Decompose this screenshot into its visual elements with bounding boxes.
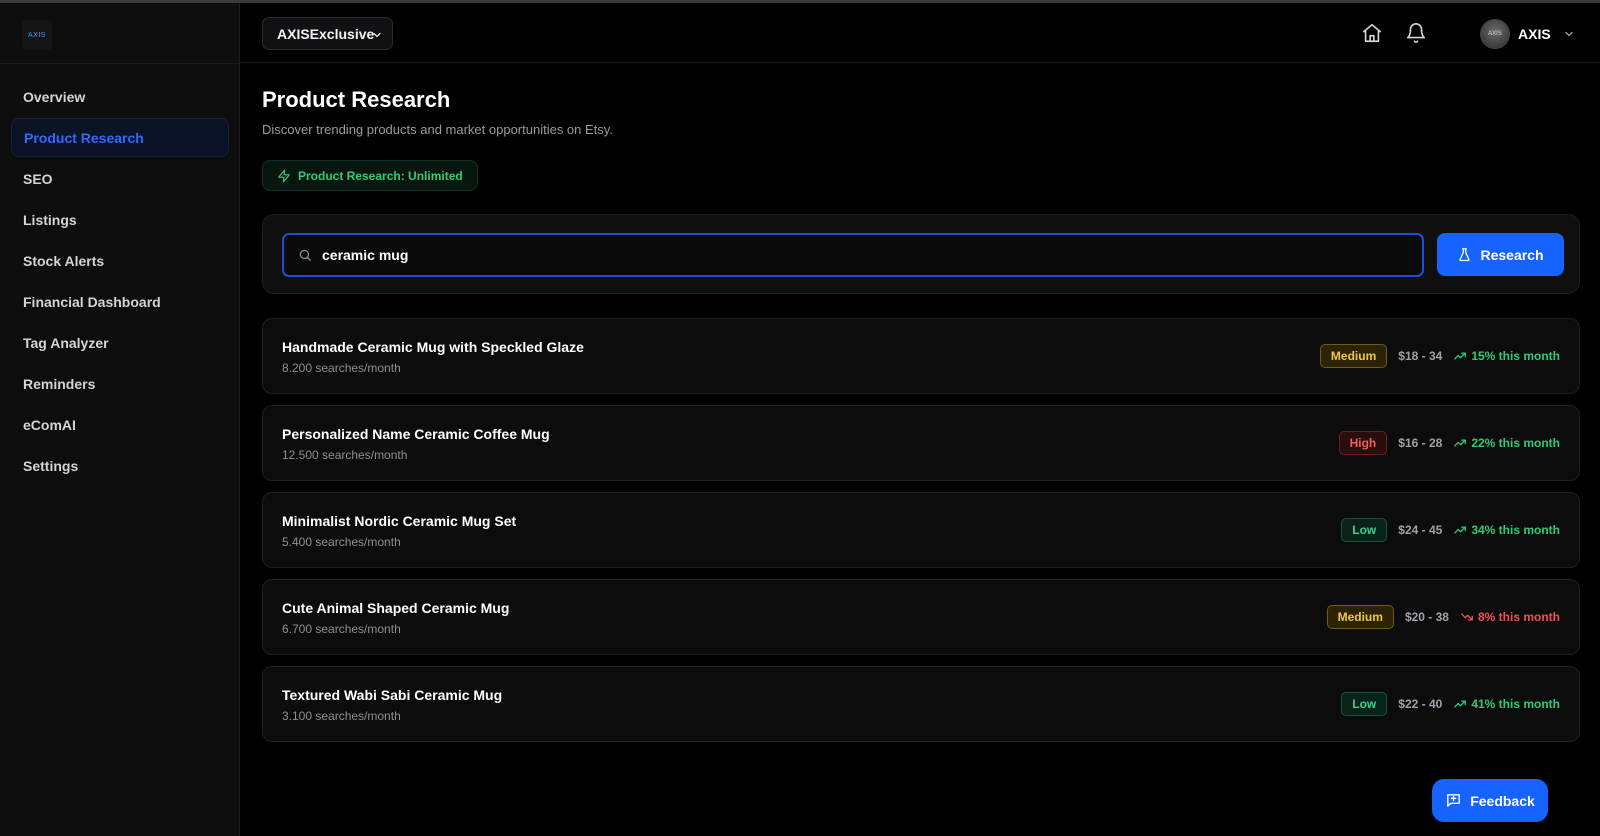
- avatar-text: AXIS: [1488, 31, 1502, 37]
- trend-label: 34% this month: [1471, 523, 1560, 537]
- sidebar-divider: [0, 63, 240, 64]
- results-list: Handmade Ceramic Mug with Speckled Glaze…: [262, 318, 1580, 753]
- result-row[interactable]: Textured Wabi Sabi Ceramic Mug 3.100 sear…: [262, 666, 1580, 742]
- sidebar-item-product-research[interactable]: Product Research: [11, 118, 229, 157]
- user-menu[interactable]: AXIS AXIS: [1480, 17, 1590, 51]
- trend-indicator: 22% this month: [1453, 436, 1560, 450]
- sidebar-item-label: eComAI: [23, 416, 76, 433]
- result-searches: 3.100 searches/month: [282, 709, 401, 723]
- sidebar-item-financial-dashboard[interactable]: Financial Dashboard: [11, 282, 229, 321]
- result-meta: High $16 - 28 22% this month: [1338, 431, 1560, 455]
- sidebar-item-tag-analyzer[interactable]: Tag Analyzer: [11, 323, 229, 362]
- sidebar-item-label: SEO: [23, 170, 53, 187]
- search-box[interactable]: [282, 233, 1424, 277]
- result-meta: Low $22 - 40 41% this month: [1341, 692, 1560, 716]
- chevron-down-icon: [373, 32, 381, 38]
- user-name: AXIS: [1518, 26, 1551, 42]
- sidebar-item-label: Financial Dashboard: [23, 293, 161, 310]
- feedback-button-label: Feedback: [1470, 792, 1535, 809]
- home-icon[interactable]: [1361, 22, 1383, 44]
- result-name: Handmade Ceramic Mug with Speckled Glaze: [282, 339, 584, 355]
- price-range: $18 - 34: [1398, 349, 1443, 363]
- sidebar-item-overview[interactable]: Overview: [11, 77, 229, 116]
- page-subtitle: Discover trending products and market op…: [262, 122, 613, 137]
- trending-up-icon: [1454, 700, 1467, 708]
- sidebar-item-listings[interactable]: Listings: [11, 200, 229, 239]
- result-row[interactable]: Minimalist Nordic Ceramic Mug Set 5.400 s…: [262, 492, 1580, 568]
- trend-label: 41% this month: [1471, 697, 1560, 711]
- trend-label: 22% this month: [1471, 436, 1560, 450]
- price-range: $24 - 45: [1398, 523, 1443, 537]
- price-range: $22 - 40: [1398, 697, 1443, 711]
- sidebar-item-settings[interactable]: Settings: [11, 446, 229, 485]
- result-meta: Low $24 - 45 34% this month: [1341, 518, 1560, 542]
- result-row[interactable]: Handmade Ceramic Mug with Speckled Glaze…: [262, 318, 1580, 394]
- top-header: AXISExclusive AXIS AXIS: [240, 3, 1600, 63]
- competition-badge: Low: [1341, 518, 1388, 542]
- feedback-button[interactable]: Feedback: [1432, 779, 1548, 822]
- result-searches: 8.200 searches/month: [282, 361, 401, 375]
- lightning-icon: [278, 169, 290, 182]
- competition-badge: Medium: [1326, 605, 1394, 629]
- trend-indicator: 8% this month: [1460, 610, 1560, 624]
- sidebar-nav: Overview Product Research SEO Listings Stock…: [11, 77, 229, 487]
- chevron-down-icon: [1565, 31, 1573, 37]
- search-icon: [299, 249, 311, 261]
- sidebar-item-label: Overview: [23, 88, 86, 105]
- result-name: Textured Wabi Sabi Ceramic Mug: [282, 687, 503, 703]
- result-meta: Medium $18 - 34 15% this month: [1319, 344, 1560, 368]
- result-row[interactable]: Cute Animal Shaped Ceramic Mug 6.700 sear…: [262, 579, 1580, 655]
- trend-indicator: 15% this month: [1453, 349, 1560, 363]
- store-selector-label: AXISExclusive: [277, 25, 375, 42]
- result-name: Personalized Name Ceramic Coffee Mug: [282, 426, 550, 442]
- trending-up-icon: [1454, 439, 1467, 447]
- result-meta: Medium $20 - 38 8% this month: [1326, 605, 1560, 629]
- sidebar-item-seo[interactable]: SEO: [11, 159, 229, 198]
- price-range: $16 - 28: [1398, 436, 1443, 450]
- search-card: Research: [262, 214, 1580, 294]
- sidebar-item-label: Tag Analyzer: [23, 334, 109, 351]
- quota-badge: Product Research: Unlimited: [262, 160, 478, 191]
- trend-label: 8% this month: [1477, 610, 1560, 624]
- result-searches: 6.700 searches/month: [282, 622, 401, 636]
- research-button-label: Research: [1480, 246, 1544, 263]
- trending-up-icon: [1454, 526, 1467, 534]
- result-searches: 12.500 searches/month: [282, 448, 408, 462]
- sidebar-item-label: Listings: [23, 211, 77, 228]
- result-name: Cute Animal Shaped Ceramic Mug: [282, 600, 510, 616]
- sidebar-item-ecomai[interactable]: eComAI: [11, 405, 229, 444]
- avatar: AXIS: [1480, 19, 1510, 49]
- bell-icon[interactable]: [1405, 22, 1427, 44]
- message-icon: [1447, 794, 1461, 807]
- store-selector[interactable]: AXISExclusive: [262, 17, 393, 50]
- result-searches: 5.400 searches/month: [282, 535, 401, 549]
- competition-badge: Low: [1341, 692, 1388, 716]
- sidebar: AXIS Overview Product Research SEO Listings…: [0, 3, 240, 836]
- sidebar-item-label: Reminders: [23, 375, 96, 392]
- competition-badge: Medium: [1319, 344, 1388, 368]
- search-input[interactable]: [322, 247, 1382, 263]
- trend-indicator: 41% this month: [1453, 697, 1560, 711]
- trend-indicator: 34% this month: [1453, 523, 1560, 537]
- sidebar-item-label: Product Research: [24, 129, 144, 146]
- trending-up-icon: [1454, 352, 1467, 360]
- app-logo[interactable]: AXIS: [22, 20, 52, 50]
- price-range: $20 - 38: [1404, 610, 1449, 624]
- sidebar-item-label: Stock Alerts: [23, 252, 105, 269]
- sidebar-item-stock-alerts[interactable]: Stock Alerts: [11, 241, 229, 280]
- competition-badge: High: [1338, 431, 1388, 455]
- logo-text: AXIS: [28, 31, 46, 39]
- page-title: Product Research: [262, 87, 451, 112]
- research-button[interactable]: Research: [1437, 233, 1564, 276]
- trend-label: 15% this month: [1471, 349, 1560, 363]
- result-name: Minimalist Nordic Ceramic Mug Set: [282, 513, 517, 529]
- sidebar-item-reminders[interactable]: Reminders: [11, 364, 229, 403]
- result-row[interactable]: Personalized Name Ceramic Coffee Mug 12.5…: [262, 405, 1580, 481]
- flask-icon: [1459, 248, 1471, 262]
- trending-down-icon: [1461, 613, 1473, 621]
- sidebar-item-label: Settings: [23, 457, 79, 474]
- quota-badge-label: Product Research: Unlimited: [298, 168, 463, 183]
